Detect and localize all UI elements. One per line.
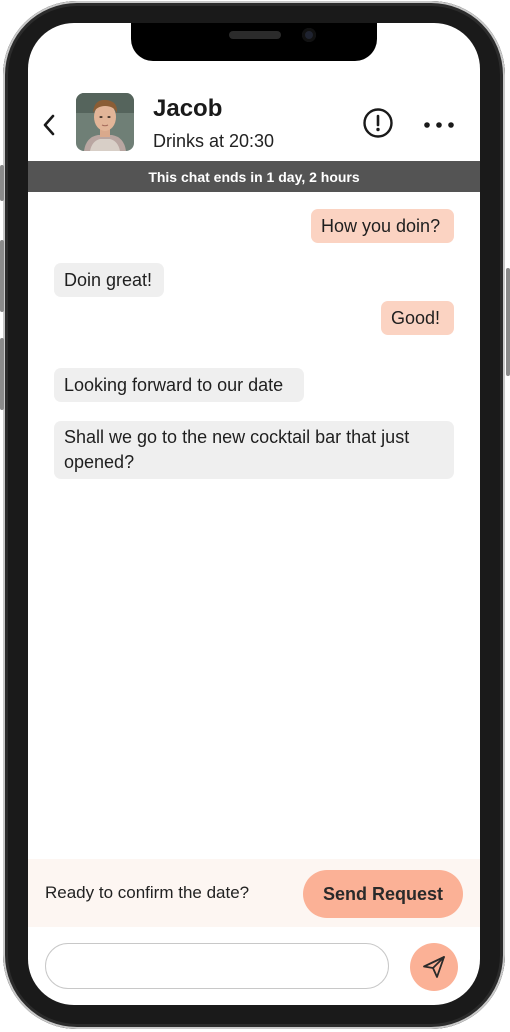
back-button[interactable] <box>40 113 58 137</box>
date-plan: Drinks at 20:30 <box>153 131 275 151</box>
message-bubble-incoming: Shall we go to the new cocktail bar that… <box>54 421 454 479</box>
chat-header: Jacob Drinks at 20:30 <box>28 89 480 161</box>
message-bubble-incoming: Doin great! <box>54 263 164 297</box>
message-bubble-outgoing: Good! <box>381 301 454 335</box>
send-request-button[interactable]: Send Request <box>303 870 463 918</box>
send-message-button[interactable] <box>410 943 458 991</box>
avatar[interactable] <box>76 93 134 151</box>
contact-name: Jacob <box>153 95 223 122</box>
avatar-photo <box>76 93 134 151</box>
front-camera <box>302 28 316 42</box>
confirm-date-bar: Ready to confirm the date? Send Request <box>28 859 480 927</box>
chevron-left-icon <box>43 114 55 136</box>
volume-up-button <box>0 240 4 312</box>
report-button[interactable] <box>362 107 394 139</box>
more-options-button[interactable] <box>422 117 456 128</box>
volume-down-button <box>0 338 4 410</box>
power-button <box>506 268 510 376</box>
message-input[interactable] <box>45 943 389 989</box>
paper-plane-icon <box>423 956 445 978</box>
notch <box>131 23 377 61</box>
confirm-date-prompt: Ready to confirm the date? <box>45 883 250 902</box>
alert-circle-icon <box>363 108 393 138</box>
ellipsis-icon <box>424 122 454 128</box>
mute-switch <box>0 165 4 201</box>
speaker-grille <box>229 31 281 39</box>
message-bubble-incoming: Looking forward to our date <box>54 368 304 402</box>
chat-expiry-banner: This chat ends in 1 day, 2 hours <box>28 161 480 192</box>
message-bubble-outgoing: How you doin? <box>311 209 454 243</box>
app-screen: Jacob Drinks at 20:30 This chat ends in … <box>28 23 480 1005</box>
